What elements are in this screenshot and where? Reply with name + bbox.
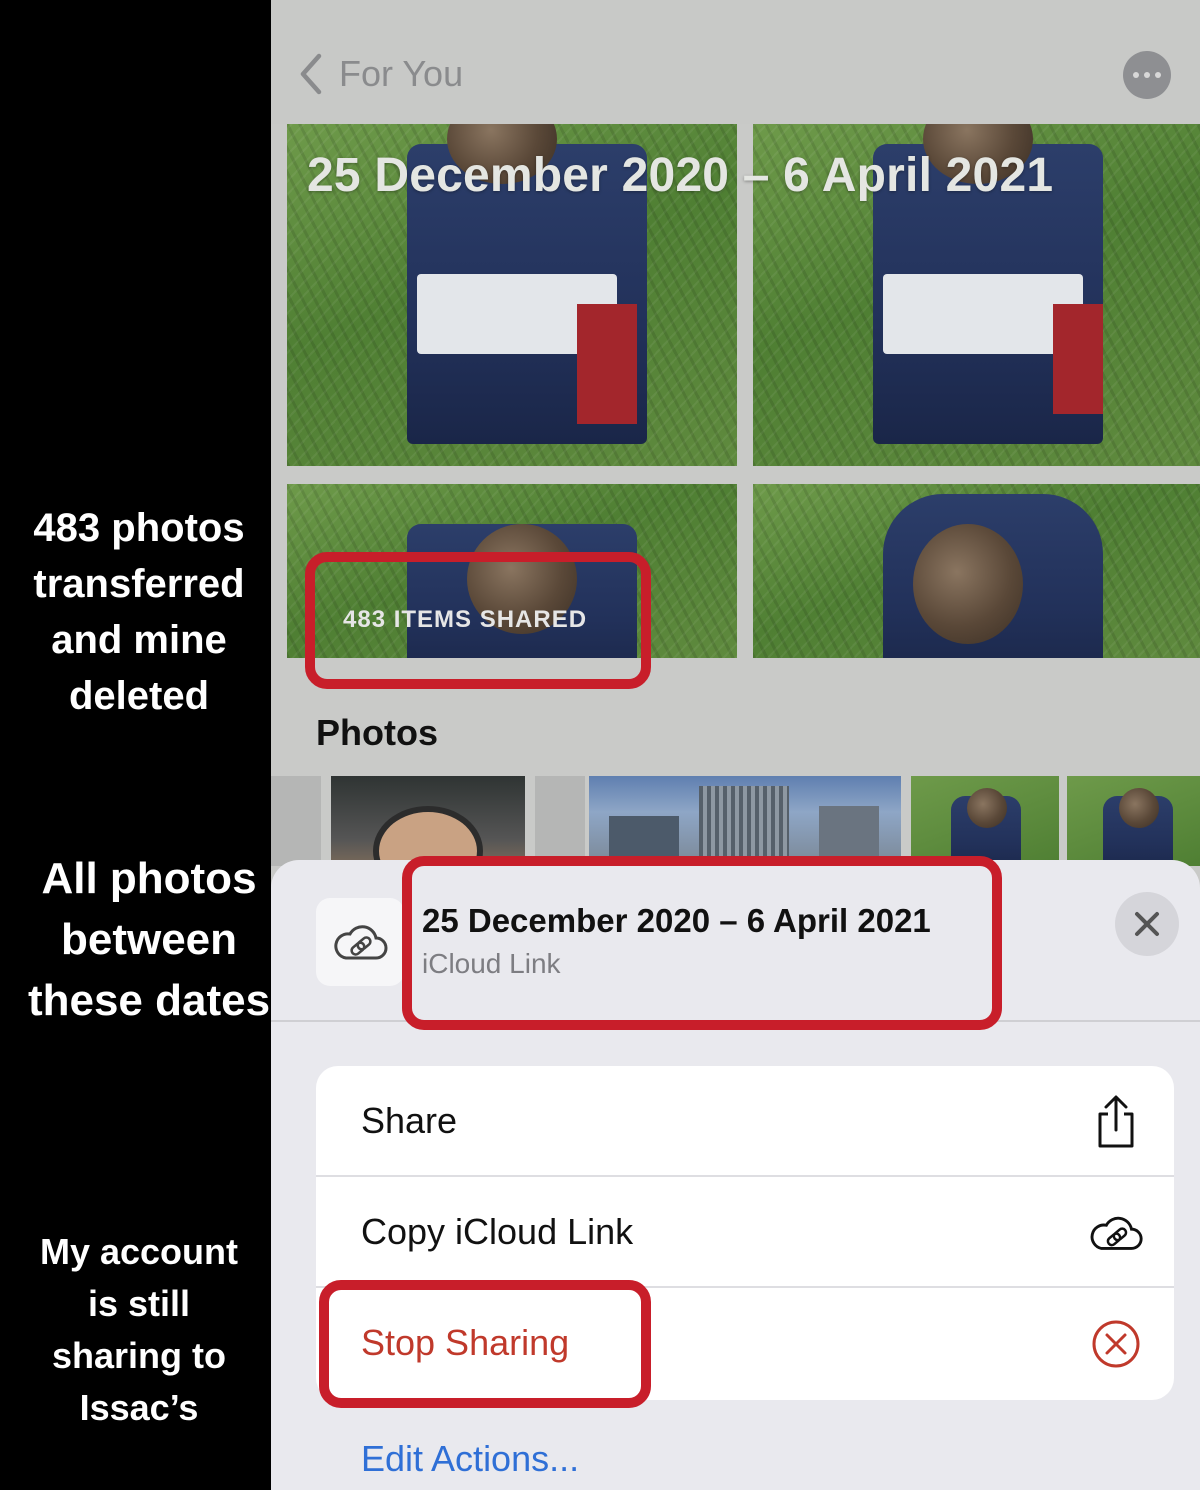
action-label: Copy iCloud Link <box>361 1211 634 1252</box>
action-label: Share <box>361 1100 458 1141</box>
annotation-line: sharing to <box>51 1335 226 1376</box>
annotation-line: between <box>60 915 238 964</box>
photo-thumbnail[interactable] <box>331 776 525 866</box>
more-options-button[interactable] <box>1123 51 1171 99</box>
memory-title: 25 December 2020 – 6 April 2021 <box>307 149 1054 202</box>
share-action[interactable]: Share <box>316 1066 1174 1177</box>
annotation-line: Issac’s <box>79 1387 199 1428</box>
chevron-left-icon <box>300 53 322 95</box>
annotation-line: these dates <box>27 976 271 1025</box>
ellipsis-icon <box>1133 72 1139 78</box>
photo-thumbnail[interactable] <box>535 776 585 866</box>
photo-thumbnail[interactable] <box>1067 776 1200 866</box>
annotation-line: 483 photos <box>33 506 245 550</box>
memory-photo <box>753 484 1200 658</box>
annotation-line: transferred <box>33 562 245 606</box>
share-icon <box>1086 1092 1146 1152</box>
photo-thumbnail[interactable] <box>589 776 901 866</box>
back-button[interactable]: For You <box>295 46 463 102</box>
highlight-items-shared <box>305 552 651 689</box>
annotation-line: My account <box>39 1231 239 1272</box>
annotation-line: is still <box>87 1283 191 1324</box>
annotation-column: 483 photos transferred and mine deleted … <box>0 0 272 1490</box>
close-button[interactable] <box>1115 892 1179 956</box>
edit-actions-link[interactable]: Edit Actions... <box>361 1438 579 1480</box>
annotation-date-range: All photos between these dates <box>8 848 290 1031</box>
photos-section-title: Photos <box>316 712 438 753</box>
close-icon <box>1135 912 1159 936</box>
icloud-link-icon <box>1086 1203 1146 1263</box>
copy-icloud-link-action[interactable]: Copy iCloud Link <box>316 1177 1174 1288</box>
photos-thumbnail-strip <box>271 776 1200 866</box>
annotation-line: deleted <box>68 674 210 718</box>
annotation-still-sharing: My account is still sharing to Issac’s <box>8 1226 270 1434</box>
photo-thumbnail[interactable] <box>271 776 321 866</box>
icloud-link-icon <box>316 898 404 986</box>
highlight-stop-sharing <box>319 1280 651 1408</box>
back-label: For You <box>339 53 464 94</box>
photo-thumbnail[interactable] <box>911 776 1059 866</box>
highlight-sheet-title <box>402 856 1002 1030</box>
annotation-line: and mine <box>51 618 227 662</box>
navigation-bar: For You <box>271 0 1200 124</box>
stop-circle-icon <box>1086 1314 1146 1374</box>
annotation-photos-transferred: 483 photos transferred and mine deleted <box>8 500 270 724</box>
annotation-line: All photos <box>41 854 257 903</box>
phone-screen: For You 25 December 2020 – 6 April 2021 … <box>271 0 1200 1490</box>
